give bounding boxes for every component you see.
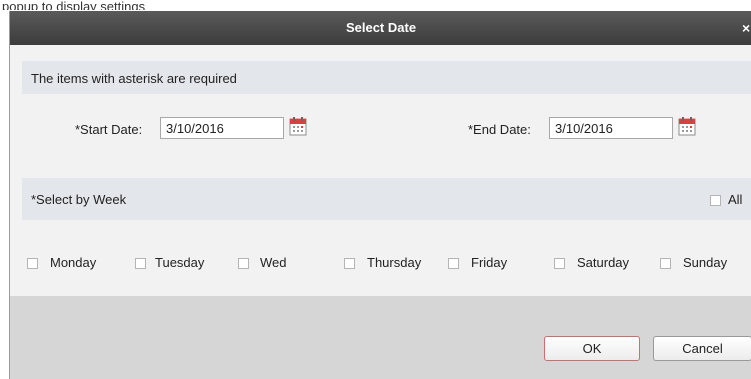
thursday-checkbox[interactable] [344,258,355,269]
sunday-checkbox[interactable] [660,258,671,269]
background-partial-text: popup to display settings [2,0,146,10]
calendar-icon[interactable] [289,116,308,136]
tuesday-checkbox[interactable] [135,258,146,269]
dialog-title: Select Date [345,20,417,35]
end-date-label: *End Date: [468,122,531,137]
wed-label: Wed [260,255,287,270]
saturday-checkbox[interactable] [554,258,565,269]
required-notice-bar: The items with asterisk are required [22,61,751,94]
monday-label: Monday [50,255,97,270]
end-date-input[interactable] [549,117,673,139]
all-checkbox[interactable] [710,195,721,206]
monday-checkbox[interactable] [27,258,38,269]
start-date-label: *Start Date: [75,122,143,137]
dialog-footer: OK Cancel [10,296,751,379]
saturday-label: Saturday [577,255,630,270]
ok-button[interactable]: OK [544,336,640,361]
start-date-input[interactable] [160,117,284,139]
all-label: All [728,192,743,207]
dialog-titlebar: Select Date × [10,11,751,45]
friday-label: Friday [471,255,508,270]
cancel-button[interactable]: Cancel [653,336,751,361]
sunday-label: Sunday [683,255,728,270]
friday-checkbox[interactable] [448,258,459,269]
close-icon[interactable]: × [742,11,751,45]
required-notice: The items with asterisk are required [31,71,237,86]
wed-checkbox[interactable] [238,258,249,269]
calendar-icon[interactable] [678,116,697,136]
select-by-week-label: *Select by Week [31,192,127,207]
select-date-dialog: Select Date × The items with asterisk ar… [9,11,751,379]
tuesday-label: Tuesday [155,255,205,270]
select-by-week-bar: *Select by Week All [22,178,751,220]
thursday-label: Thursday [367,255,422,270]
